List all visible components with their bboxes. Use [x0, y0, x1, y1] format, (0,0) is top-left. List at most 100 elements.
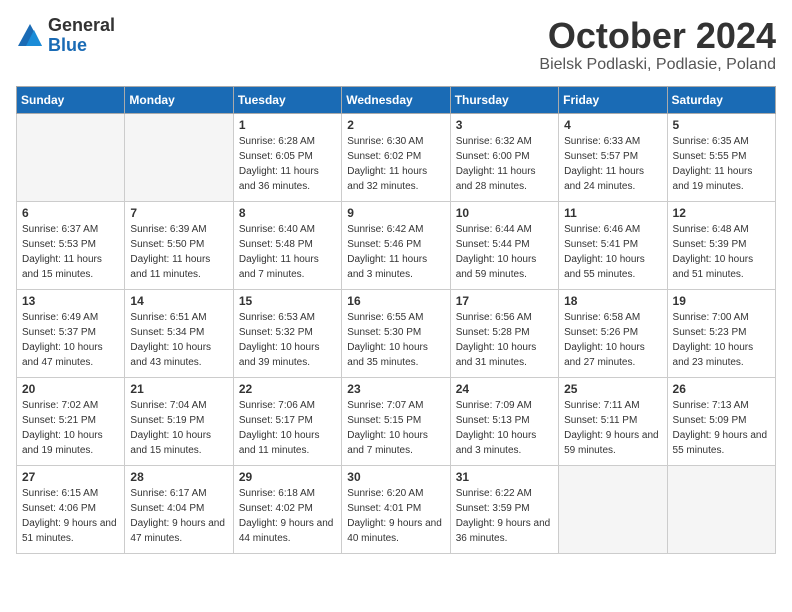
- day-info: Sunrise: 7:00 AMSunset: 5:23 PMDaylight:…: [673, 310, 770, 370]
- day-number: 28: [130, 470, 227, 484]
- logo-text: General Blue: [48, 16, 115, 56]
- calendar-cell: 10 Sunrise: 6:44 AMSunset: 5:44 PMDayligh…: [450, 201, 558, 289]
- calendar-cell: [17, 113, 125, 201]
- day-info: Sunrise: 7:07 AMSunset: 5:15 PMDaylight:…: [347, 398, 444, 458]
- day-number: 20: [22, 382, 119, 396]
- calendar-cell: [125, 113, 233, 201]
- calendar-cell: 6 Sunrise: 6:37 AMSunset: 5:53 PMDaylight…: [17, 201, 125, 289]
- calendar-cell: 9 Sunrise: 6:42 AMSunset: 5:46 PMDaylight…: [342, 201, 450, 289]
- calendar-cell: 7 Sunrise: 6:39 AMSunset: 5:50 PMDaylight…: [125, 201, 233, 289]
- day-number: 19: [673, 294, 770, 308]
- calendar-cell: 14Sunrise: 6:51 AMSunset: 5:34 PMDayligh…: [125, 289, 233, 377]
- calendar-cell: 8Sunrise: 6:40 AMSunset: 5:48 PMDaylight…: [233, 201, 341, 289]
- day-info: Sunrise: 6:56 AMSunset: 5:28 PMDaylight:…: [456, 310, 553, 370]
- weekday-header: Saturday: [667, 86, 775, 113]
- calendar-cell: 28 Sunrise: 6:17 AMSunset: 4:04 PMDayligh…: [125, 465, 233, 553]
- calendar-cell: 3 Sunrise: 6:32 AMSunset: 6:00 PMDaylight…: [450, 113, 558, 201]
- calendar-cell: 4 Sunrise: 6:33 AMSunset: 5:57 PMDaylight…: [559, 113, 667, 201]
- day-info: Sunrise: 6:28 AMSunset: 6:05 PMDaylight:…: [239, 134, 336, 194]
- day-info: Sunrise: 6:53 AMSunset: 5:32 PMDaylight:…: [239, 310, 336, 370]
- calendar-cell: 13Sunrise: 6:49 AMSunset: 5:37 PMDayligh…: [17, 289, 125, 377]
- calendar-cell: 19 Sunrise: 7:00 AMSunset: 5:23 PMDayligh…: [667, 289, 775, 377]
- calendar-cell: 22Sunrise: 7:06 AMSunset: 5:17 PMDayligh…: [233, 377, 341, 465]
- day-info: Sunrise: 6:44 AMSunset: 5:44 PMDaylight:…: [456, 222, 553, 282]
- day-info: Sunrise: 7:02 AMSunset: 5:21 PMDaylight:…: [22, 398, 119, 458]
- calendar-week-row: 1 Sunrise: 6:28 AMSunset: 6:05 PMDaylight…: [17, 113, 776, 201]
- day-number: 23: [347, 382, 444, 396]
- day-info: Sunrise: 6:46 AMSunset: 5:41 PMDaylight:…: [564, 222, 661, 282]
- day-number: 12: [673, 206, 770, 220]
- day-info: Sunrise: 6:55 AMSunset: 5:30 PMDaylight:…: [347, 310, 444, 370]
- day-number: 4: [564, 118, 661, 132]
- calendar-cell: 23 Sunrise: 7:07 AMSunset: 5:15 PMDayligh…: [342, 377, 450, 465]
- day-info: Sunrise: 7:06 AMSunset: 5:17 PMDaylight:…: [239, 398, 336, 458]
- day-info: Sunrise: 6:37 AMSunset: 5:53 PMDaylight:…: [22, 222, 119, 282]
- day-number: 11: [564, 206, 661, 220]
- calendar-cell: 18 Sunrise: 6:58 AMSunset: 5:26 PMDayligh…: [559, 289, 667, 377]
- calendar-cell: 30 Sunrise: 6:20 AMSunset: 4:01 PMDayligh…: [342, 465, 450, 553]
- day-number: 10: [456, 206, 553, 220]
- logo-icon: [16, 22, 44, 50]
- day-info: Sunrise: 6:42 AMSunset: 5:46 PMDaylight:…: [347, 222, 444, 282]
- day-number: 18: [564, 294, 661, 308]
- calendar-cell: 24Sunrise: 7:09 AMSunset: 5:13 PMDayligh…: [450, 377, 558, 465]
- logo-general: General: [48, 16, 115, 36]
- calendar-cell: 20 Sunrise: 7:02 AMSunset: 5:21 PMDayligh…: [17, 377, 125, 465]
- day-number: 31: [456, 470, 553, 484]
- day-info: Sunrise: 6:18 AMSunset: 4:02 PMDaylight:…: [239, 486, 336, 546]
- day-info: Sunrise: 6:33 AMSunset: 5:57 PMDaylight:…: [564, 134, 661, 194]
- calendar-cell: 25 Sunrise: 7:11 AMSunset: 5:11 PMDayligh…: [559, 377, 667, 465]
- calendar-cell: 17 Sunrise: 6:56 AMSunset: 5:28 PMDayligh…: [450, 289, 558, 377]
- day-info: Sunrise: 6:51 AMSunset: 5:34 PMDaylight:…: [130, 310, 227, 370]
- title-area: October 2024 Bielsk Podlaski, Podlasie, …: [539, 16, 776, 74]
- location-text: Bielsk Podlaski, Podlasie, Poland: [539, 56, 776, 74]
- calendar-cell: 12 Sunrise: 6:48 AMSunset: 5:39 PMDayligh…: [667, 201, 775, 289]
- day-info: Sunrise: 7:04 AMSunset: 5:19 PMDaylight:…: [130, 398, 227, 458]
- weekday-header: Sunday: [17, 86, 125, 113]
- calendar-cell: 16Sunrise: 6:55 AMSunset: 5:30 PMDayligh…: [342, 289, 450, 377]
- logo: General Blue: [16, 16, 115, 56]
- day-number: 3: [456, 118, 553, 132]
- calendar-week-row: 13Sunrise: 6:49 AMSunset: 5:37 PMDayligh…: [17, 289, 776, 377]
- day-number: 17: [456, 294, 553, 308]
- day-number: 6: [22, 206, 119, 220]
- day-info: Sunrise: 6:22 AMSunset: 3:59 PMDaylight:…: [456, 486, 553, 546]
- calendar-table: SundayMondayTuesdayWednesdayThursdayFrid…: [16, 86, 776, 554]
- weekday-header-row: SundayMondayTuesdayWednesdayThursdayFrid…: [17, 86, 776, 113]
- logo-blue-text: Blue: [48, 36, 115, 56]
- calendar-cell: 27 Sunrise: 6:15 AMSunset: 4:06 PMDayligh…: [17, 465, 125, 553]
- day-number: 7: [130, 206, 227, 220]
- calendar-cell: [559, 465, 667, 553]
- weekday-header: Thursday: [450, 86, 558, 113]
- calendar-cell: 1 Sunrise: 6:28 AMSunset: 6:05 PMDaylight…: [233, 113, 341, 201]
- day-number: 15: [239, 294, 336, 308]
- day-info: Sunrise: 6:58 AMSunset: 5:26 PMDaylight:…: [564, 310, 661, 370]
- day-info: Sunrise: 6:32 AMSunset: 6:00 PMDaylight:…: [456, 134, 553, 194]
- day-number: 9: [347, 206, 444, 220]
- day-info: Sunrise: 6:17 AMSunset: 4:04 PMDaylight:…: [130, 486, 227, 546]
- calendar-cell: [667, 465, 775, 553]
- weekday-header: Wednesday: [342, 86, 450, 113]
- day-info: Sunrise: 6:20 AMSunset: 4:01 PMDaylight:…: [347, 486, 444, 546]
- day-info: Sunrise: 6:48 AMSunset: 5:39 PMDaylight:…: [673, 222, 770, 282]
- day-number: 29: [239, 470, 336, 484]
- page-header: General Blue October 2024 Bielsk Podlask…: [16, 16, 776, 74]
- day-info: Sunrise: 7:11 AMSunset: 5:11 PMDaylight:…: [564, 398, 661, 458]
- calendar-cell: 11 Sunrise: 6:46 AMSunset: 5:41 PMDayligh…: [559, 201, 667, 289]
- day-info: Sunrise: 6:40 AMSunset: 5:48 PMDaylight:…: [239, 222, 336, 282]
- calendar-cell: 26Sunrise: 7:13 AMSunset: 5:09 PMDayligh…: [667, 377, 775, 465]
- calendar-cell: 15 Sunrise: 6:53 AMSunset: 5:32 PMDayligh…: [233, 289, 341, 377]
- month-title: October 2024: [539, 16, 776, 56]
- calendar-cell: 21 Sunrise: 7:04 AMSunset: 5:19 PMDayligh…: [125, 377, 233, 465]
- day-number: 13: [22, 294, 119, 308]
- day-number: 30: [347, 470, 444, 484]
- day-number: 21: [130, 382, 227, 396]
- calendar-week-row: 27 Sunrise: 6:15 AMSunset: 4:06 PMDayligh…: [17, 465, 776, 553]
- day-number: 24: [456, 382, 553, 396]
- day-info: Sunrise: 6:39 AMSunset: 5:50 PMDaylight:…: [130, 222, 227, 282]
- day-info: Sunrise: 6:15 AMSunset: 4:06 PMDaylight:…: [22, 486, 119, 546]
- day-number: 1: [239, 118, 336, 132]
- day-number: 27: [22, 470, 119, 484]
- day-number: 25: [564, 382, 661, 396]
- weekday-header: Tuesday: [233, 86, 341, 113]
